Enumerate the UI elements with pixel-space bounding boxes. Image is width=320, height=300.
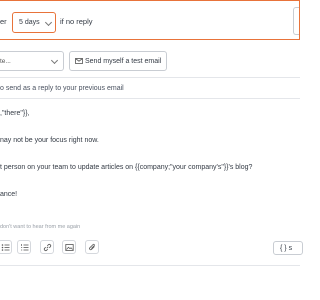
template-select-value: te... <box>0 58 11 65</box>
body-line: nay not be your focus right now. <box>0 137 99 144</box>
after-label: er <box>0 17 7 26</box>
image-button[interactable] <box>62 240 76 254</box>
delete-step-button[interactable] <box>293 7 299 35</box>
numbered-list-button[interactable] <box>17 240 31 254</box>
divider <box>0 265 300 266</box>
body-line: ,"there"}}, <box>0 110 30 117</box>
schedule-bar: er 5 days if no reply <box>0 0 300 40</box>
chevron-down-icon <box>44 18 53 27</box>
insert-variable-label: { } s <box>280 245 293 252</box>
numbered-list-icon <box>21 244 29 251</box>
envelope-icon <box>75 58 83 64</box>
reply-option-label: o send as a reply to your previous email <box>0 85 124 92</box>
attachment-icon <box>89 243 95 251</box>
template-select[interactable]: te... <box>0 51 64 71</box>
send-test-email-label: Send myself a test email <box>85 58 162 65</box>
bullet-list-button[interactable] <box>0 240 12 254</box>
send-test-email-button[interactable]: Send myself a test email <box>69 51 167 71</box>
unsubscribe-text: don't want to hear from me again <box>0 224 81 230</box>
body-line: t person on your team to update articles… <box>0 164 253 171</box>
days-select[interactable]: 5 days <box>12 12 56 33</box>
reply-option-row[interactable]: o send as a reply to your previous email <box>0 77 300 99</box>
attachment-button[interactable] <box>85 240 99 254</box>
link-button[interactable] <box>40 240 54 254</box>
bullet-list-icon <box>1 244 10 251</box>
chevron-down-icon <box>50 56 59 65</box>
image-icon <box>65 244 74 251</box>
insert-variable-button[interactable]: { } s <box>273 241 303 255</box>
editor-toolbar <box>0 240 300 262</box>
link-icon <box>43 244 52 251</box>
days-value: 5 days <box>19 19 40 26</box>
body-line: ance! <box>0 191 18 198</box>
no-reply-label: if no reply <box>60 17 93 26</box>
